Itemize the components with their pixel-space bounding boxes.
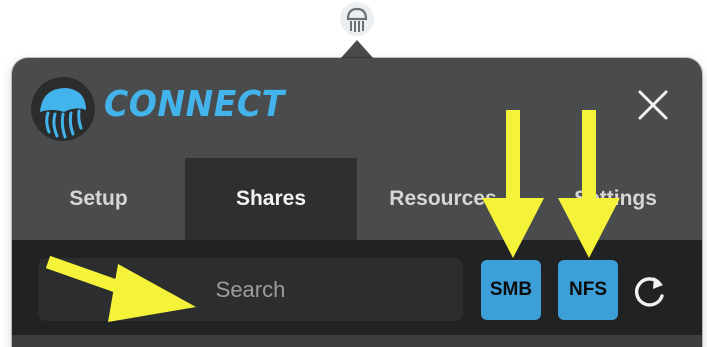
- refresh-icon[interactable]: [632, 274, 668, 310]
- tab-bar: Setup Shares Resources Settings: [12, 158, 702, 240]
- brand-title: CONNECT: [104, 84, 285, 125]
- tab-setup[interactable]: Setup: [12, 158, 185, 240]
- tab-resources[interactable]: Resources: [357, 158, 529, 240]
- menubar-app-icon[interactable]: [340, 2, 374, 36]
- search-input[interactable]: [38, 258, 463, 321]
- smb-filter-button[interactable]: SMB: [481, 260, 541, 320]
- nfs-filter-button[interactable]: NFS: [558, 260, 618, 320]
- jellyfish-menubar-icon: [346, 7, 368, 32]
- screen: CONNECT Setup Shares Resources Settings …: [0, 0, 707, 347]
- popover-arrow: [340, 40, 374, 59]
- content-area-edge: [12, 335, 702, 347]
- tab-shares[interactable]: Shares: [185, 158, 357, 240]
- tab-settings[interactable]: Settings: [529, 158, 702, 240]
- close-icon[interactable]: [636, 88, 670, 122]
- jellyfish-logo-icon: [31, 77, 95, 141]
